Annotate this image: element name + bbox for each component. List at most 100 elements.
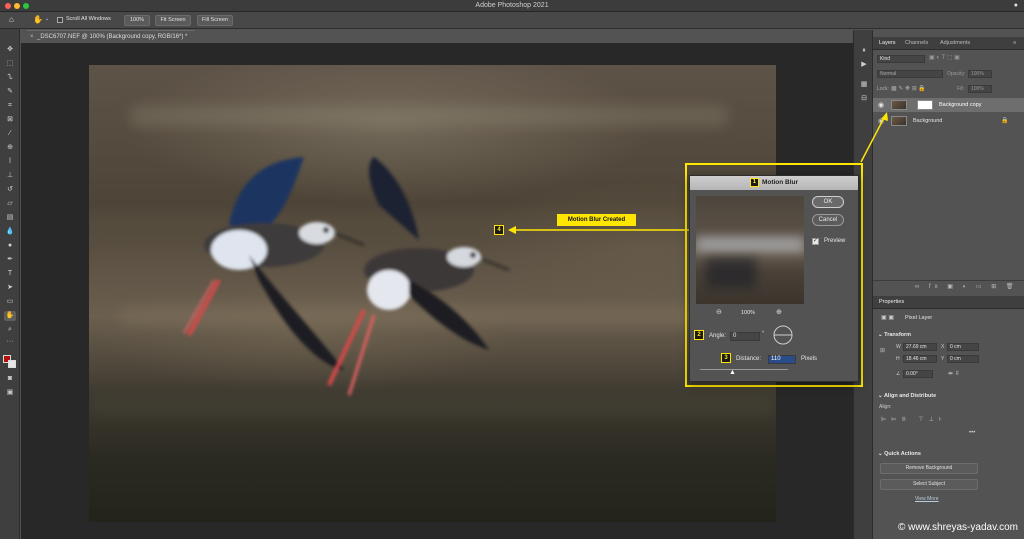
motion-blur-dialog: 1 Motion Blur ⊖ 100% ⊕ OK Cancel ✓ Previe… <box>689 175 859 382</box>
close-tab-icon[interactable]: × <box>30 31 34 43</box>
scroll-all-windows-label: Scroll All Windows <box>66 16 111 22</box>
marker-3: 3 <box>721 353 731 363</box>
align-section-title[interactable]: ⌄ Align and Distribute <box>878 393 936 399</box>
more-align-icon[interactable]: ••• <box>969 430 975 436</box>
callout-label: Motion Blur Created <box>557 214 636 226</box>
view-more-link[interactable]: View More <box>915 496 939 502</box>
align-buttons[interactable]: ⊫⊨⊪ ⊤⊥⊦ <box>881 416 947 423</box>
filter-preview[interactable] <box>696 196 804 304</box>
lock-icons[interactable]: ▦ ✎ ✥ ⊞ 🔒 <box>891 85 926 92</box>
fill-screen-button[interactable]: Fill Screen <box>197 15 233 26</box>
layer-mask-thumbnail[interactable] <box>917 100 933 110</box>
tab-adjustments[interactable]: Adjustments <box>940 40 970 46</box>
hand-tool-preset-icon[interactable]: ✋ <box>33 15 43 24</box>
history-brush-tool-icon[interactable]: ↺ <box>4 185 16 195</box>
blur-tool-icon[interactable]: 💧 <box>4 227 16 237</box>
tab-layers[interactable]: Layers <box>879 40 896 46</box>
rotation-field[interactable]: 0.00° <box>903 370 933 378</box>
select-subject-button[interactable]: Select Subject <box>880 479 978 490</box>
path-selection-tool-icon[interactable]: ➤ <box>4 283 16 293</box>
screen-mode-icon[interactable]: ▣ <box>4 388 16 398</box>
x-field[interactable]: 0 cm <box>947 343 979 351</box>
scroll-all-windows-checkbox[interactable] <box>57 17 63 23</box>
eye-icon[interactable]: ◉ <box>878 101 884 109</box>
swatches-panel-icon[interactable]: ⊟ <box>859 94 869 103</box>
distance-slider-track[interactable] <box>700 369 788 370</box>
flip-icons[interactable]: ⇹ ⇳ <box>948 370 960 377</box>
filter-icons[interactable]: ▣ ◐ T ⬚ ▣ <box>929 54 960 61</box>
cancel-button[interactable]: Cancel <box>812 214 844 226</box>
crop-tool-icon[interactable]: ⌗ <box>4 101 16 111</box>
opacity-field[interactable]: 100% <box>968 70 992 78</box>
shape-tool-icon[interactable]: ▭ <box>4 297 16 307</box>
layer-row-background-copy[interactable]: ◉ Background copy <box>873 98 1024 112</box>
eraser-tool-icon[interactable]: ▱ <box>4 199 16 209</box>
zoom-out-icon[interactable]: ⊖ <box>716 308 722 316</box>
marker-1: 1 <box>749 177 759 187</box>
layer-action-icons[interactable]: ∞ fx ▣ ◐ ▭ ⊞ 🗑 <box>915 283 1018 290</box>
layer-row-background[interactable]: ◉ Background 🔒 <box>873 114 1024 128</box>
bird-left <box>183 157 365 370</box>
zoom-in-icon[interactable]: ⊕ <box>776 308 782 316</box>
dialog-title-bar: 1 Motion Blur <box>690 176 858 190</box>
fill-field[interactable]: 100% <box>968 85 992 93</box>
quick-actions-section-title[interactable]: ⌄ Quick Actions <box>878 451 921 457</box>
frame-tool-icon[interactable]: ⊠ <box>4 115 16 125</box>
distance-field[interactable]: 110 <box>768 355 796 364</box>
transform-section-title[interactable]: ⌄ Transform <box>878 332 911 338</box>
chevron-down-icon[interactable]: ⌄ <box>45 16 49 22</box>
distance-slider-thumb[interactable]: ▲ <box>729 369 736 376</box>
zoom-tool-icon[interactable]: ⌕ <box>4 325 16 335</box>
preview-checkbox[interactable]: ✓ <box>812 238 819 245</box>
brush-tool-icon[interactable]: ǀ <box>4 157 16 167</box>
height-field[interactable]: 18.46 cm <box>903 355 937 363</box>
remove-background-button[interactable]: Remove Background <box>880 463 978 474</box>
pen-tool-icon[interactable]: ✒ <box>4 255 16 265</box>
hand-tool-icon[interactable]: ✋ <box>4 311 16 321</box>
properties-title: Properties <box>879 299 905 305</box>
marker-4: 4 <box>494 225 504 235</box>
title-bar: Adobe Photoshop 2021 ● <box>0 0 1024 12</box>
eyedropper-tool-icon[interactable]: ⁄ <box>4 129 16 139</box>
quick-actions-label: Quick Actions <box>884 451 921 457</box>
dodge-tool-icon[interactable]: ● <box>4 241 16 251</box>
filter-kind-select[interactable]: Kind <box>877 55 925 63</box>
angle-dial[interactable] <box>772 324 794 346</box>
clone-stamp-tool-icon[interactable]: ⊥ <box>4 171 16 181</box>
quick-mask-icon[interactable]: ◙ <box>4 374 16 384</box>
actions-panel-icon[interactable]: ▶ <box>859 60 869 69</box>
more-tools-icon[interactable]: ··· <box>4 337 16 347</box>
zoom-100-button[interactable]: 100% <box>124 15 150 26</box>
quick-select-tool-icon[interactable]: ✎ <box>4 87 16 97</box>
home-icon[interactable]: ⌂ <box>9 15 14 24</box>
type-tool-icon[interactable]: T <box>4 269 16 279</box>
panel-menu-icon[interactable]: ≡ <box>1013 40 1016 46</box>
ok-button[interactable]: OK <box>812 196 844 208</box>
preview-blur-streak <box>696 236 804 252</box>
dialog-title: Motion Blur <box>761 179 799 186</box>
layer-thumbnail <box>891 100 907 110</box>
pixel-layer-icon: ▣ ▣ <box>881 315 895 321</box>
y-field[interactable]: 0 cm <box>947 355 979 363</box>
gradient-tool-icon[interactable]: ▤ <box>4 213 16 223</box>
user-account-icon[interactable]: ● <box>1014 2 1018 9</box>
fill-label: Fill: <box>957 86 965 92</box>
lasso-tool-icon[interactable]: ᔐ <box>4 73 16 83</box>
fit-screen-button[interactable]: Fit Screen <box>155 15 191 26</box>
canvas-image[interactable] <box>89 65 776 522</box>
marker-2: 2 <box>694 330 704 340</box>
healing-brush-tool-icon[interactable]: ⊕ <box>4 143 16 153</box>
tab-channels[interactable]: Channels <box>905 40 928 46</box>
document-tab[interactable]: × _DSC6707.NEF @ 100% (Background copy, … <box>27 30 195 43</box>
color-panel-icon[interactable]: ▦ <box>859 80 869 89</box>
background-color-swatch[interactable] <box>8 360 16 368</box>
angle-field[interactable]: 0 <box>730 332 760 341</box>
history-panel-icon[interactable]: ⏸ <box>859 46 869 55</box>
blend-mode-select[interactable]: Normal <box>877 70 943 78</box>
preview-blur-streak <box>706 258 756 288</box>
link-icon[interactable]: ⊞ <box>880 347 885 354</box>
move-tool-icon[interactable]: ✥ <box>4 45 16 55</box>
marquee-tool-icon[interactable]: ⬚ <box>4 59 16 69</box>
width-field[interactable]: 27.69 cm <box>903 343 937 351</box>
angle-label: Angle: <box>709 333 727 339</box>
